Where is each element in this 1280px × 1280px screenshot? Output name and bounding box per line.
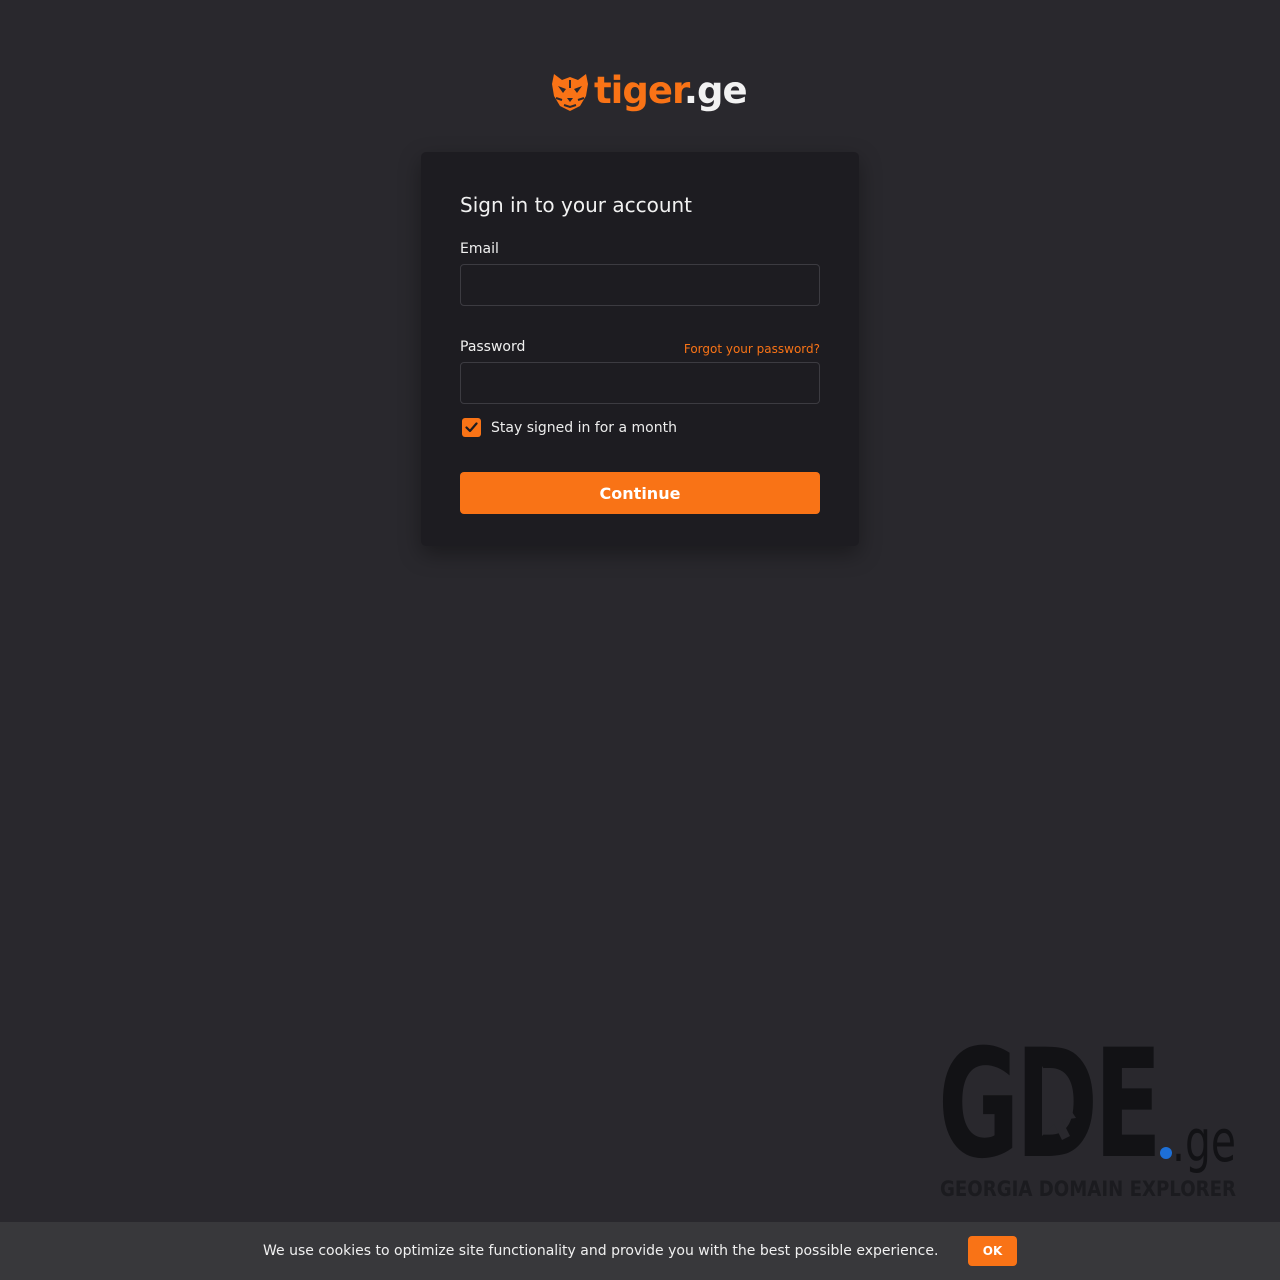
sign-in-card: Sign in to your account Email Password F… <box>421 152 859 546</box>
remember-me-checkbox-row[interactable]: Stay signed in for a month <box>462 418 677 437</box>
continue-button[interactable]: Continue <box>460 472 820 514</box>
gde-suffix-text: .ge <box>1172 1107 1236 1175</box>
forgot-password-link[interactable]: Forgot your password? <box>684 342 820 356</box>
cookie-ok-button[interactable]: OK <box>968 1236 1017 1266</box>
cookie-banner-text: We use cookies to optimize site function… <box>263 1243 939 1259</box>
brand-name-part2: .ge <box>683 69 748 112</box>
tiger-head-icon <box>550 70 590 112</box>
brand-name-part1: tiger <box>594 69 685 112</box>
gde-tagline: GEORGIA DOMAIN EXPLORER <box>940 1177 1236 1201</box>
remember-me-label: Stay signed in for a month <box>491 419 677 436</box>
cookie-banner: We use cookies to optimize site function… <box>0 1222 1280 1280</box>
login-page: tiger.ge Sign in to your account Email P… <box>0 0 1280 1280</box>
email-label: Email <box>460 241 499 257</box>
password-label: Password <box>460 339 526 355</box>
password-input[interactable] <box>460 362 820 404</box>
gde-watermark-logo: GDE .ge GEORGIA DOMAIN EXPLORER <box>938 1036 1238 1201</box>
checkmark-icon <box>465 422 478 433</box>
blue-dot-icon <box>1160 1147 1172 1159</box>
remember-me-checkbox[interactable] <box>462 418 481 437</box>
sign-in-title: Sign in to your account <box>460 193 693 217</box>
email-input[interactable] <box>460 264 820 306</box>
brand-wordmark: tiger.ge <box>594 68 748 114</box>
brand-logo[interactable]: tiger.ge <box>550 68 748 114</box>
